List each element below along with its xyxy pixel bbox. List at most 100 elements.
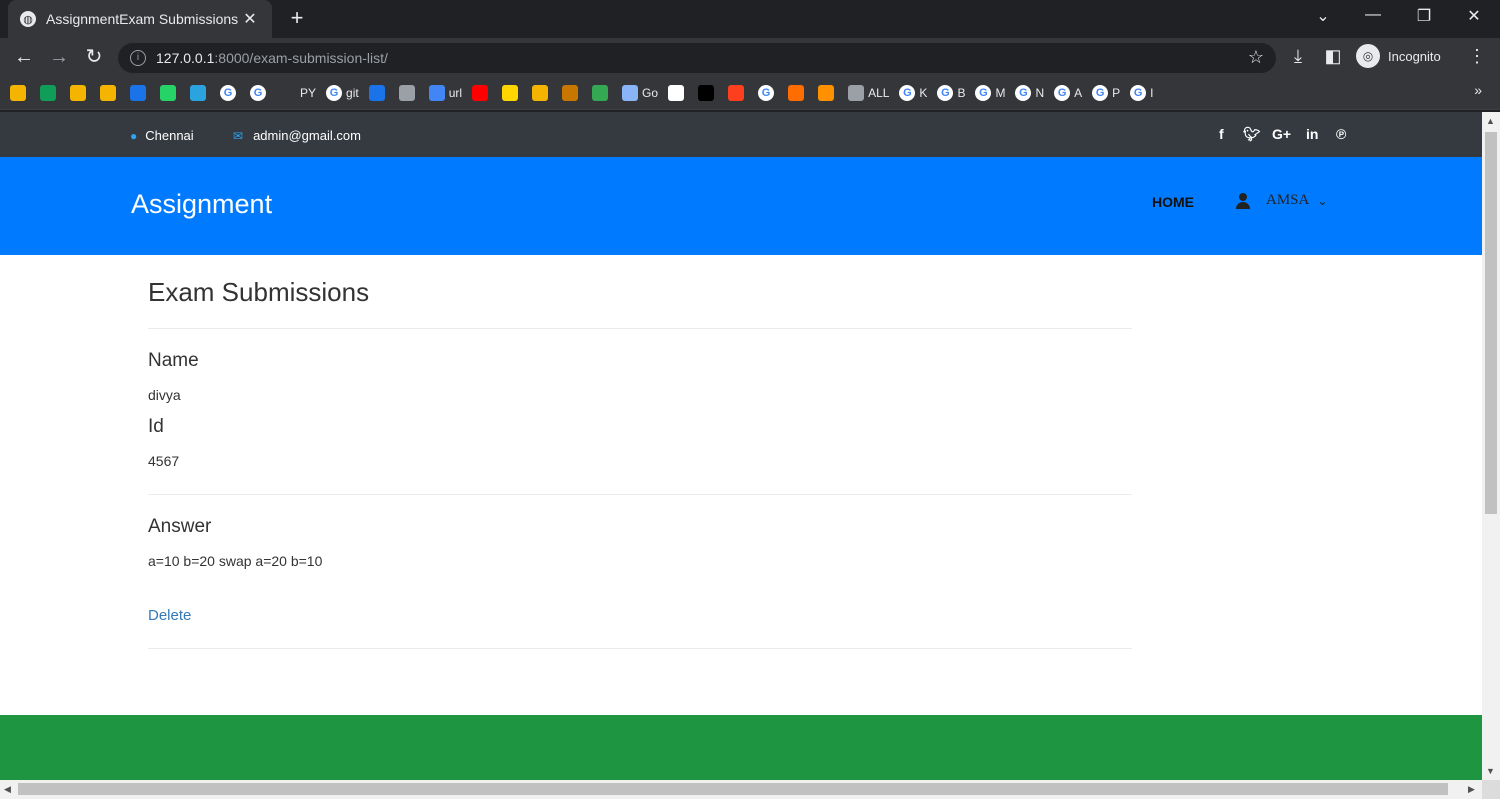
bookmark-item[interactable] <box>788 83 808 103</box>
bookmark-item[interactable]: GN <box>1015 83 1044 103</box>
side-panel-icon[interactable]: ◧ <box>1321 46 1345 67</box>
site-info-icon[interactable]: i <box>130 50 146 66</box>
p-icon <box>502 84 519 101</box>
google-plus-icon[interactable]: G+ <box>1272 126 1291 142</box>
bookmark-item[interactable]: G <box>758 83 778 103</box>
bookmark-item[interactable] <box>10 83 30 103</box>
bookmark-item[interactable] <box>472 83 492 103</box>
scroll-up-arrow-icon[interactable]: ▲ <box>1486 116 1495 126</box>
bookmark-label: A <box>1074 85 1083 100</box>
delete-link[interactable]: Delete <box>148 607 191 624</box>
bookmark-item[interactable]: ALL <box>848 83 889 103</box>
google-icon: G <box>1130 84 1147 101</box>
bookmark-item[interactable]: GM <box>975 83 1005 103</box>
user-dropdown[interactable]: AMSA ⌄ <box>1236 192 1327 209</box>
address-bar[interactable]: i 127.0.0.1:8000/exam-submission-list/ ☆ <box>118 43 1276 73</box>
browser-tab[interactable]: ◍ AssignmentExam Submissions ✕ <box>8 0 272 38</box>
bookmark-item[interactable] <box>398 83 419 103</box>
horizontal-scroll-thumb[interactable] <box>18 783 1448 795</box>
email-text: admin@gmail.com <box>253 128 361 143</box>
camera-icon <box>532 84 549 101</box>
menu-kebab-icon[interactable]: ⋮ <box>1465 46 1489 67</box>
google-icon: G <box>937 84 954 101</box>
bookmark-item[interactable]: Ggit <box>326 83 359 103</box>
close-window-button[interactable]: ✕ <box>1459 6 1489 26</box>
bookmark-item[interactable]: GB <box>937 83 965 103</box>
back-button[interactable]: ← <box>12 46 36 70</box>
bookmark-item[interactable] <box>728 83 748 103</box>
telegram-icon <box>190 84 206 101</box>
bookmark-item[interactable] <box>502 83 522 103</box>
vertical-scrollbar[interactable]: ▲ ▼ <box>1482 112 1500 780</box>
bookmark-item[interactable] <box>160 83 180 103</box>
facebook-icon[interactable]: f <box>1219 126 1224 142</box>
bookmark-star-icon[interactable]: ☆ <box>1248 47 1264 68</box>
bookmark-label: M <box>995 85 1006 100</box>
vertical-scroll-thumb[interactable] <box>1485 132 1497 514</box>
incognito-indicator[interactable]: ◎ Incognito <box>1356 44 1441 68</box>
bookmark-item[interactable]: GP <box>1092 83 1120 103</box>
user-name: AMSA <box>1266 192 1310 208</box>
bookmark-label: P <box>1112 85 1121 100</box>
google-icon: G <box>1054 84 1071 101</box>
whatsapp-icon <box>160 84 176 101</box>
bookmark-item[interactable]: url <box>428 83 463 103</box>
id-label: Id <box>148 416 164 437</box>
reload-button[interactable]: ↻ <box>82 46 106 70</box>
twitter-icon[interactable]: 🐦︎ <box>1243 126 1261 143</box>
forward-button[interactable]: → <box>47 46 71 70</box>
close-tab-icon[interactable]: ✕ <box>240 9 260 29</box>
youtube-icon <box>472 84 489 101</box>
pinterest-icon[interactable]: ℗ <box>1336 126 1346 142</box>
divider <box>148 648 1132 649</box>
download-icon[interactable]: ⤓ <box>1286 46 1310 67</box>
bookmark-item[interactable] <box>532 83 552 103</box>
bookmark-item[interactable] <box>130 83 150 103</box>
restore-button[interactable]: ❐ <box>1409 6 1439 26</box>
page-viewport: ● Chennai ✉ admin@gmail.com f 🐦︎ G+ in ℗… <box>0 112 1482 780</box>
scroll-left-arrow-icon[interactable]: ◀ <box>4 784 11 795</box>
scroll-down-arrow-icon[interactable]: ▼ <box>1486 766 1495 776</box>
bookmark-label: url <box>448 85 463 100</box>
google-icon: G <box>326 84 343 101</box>
scroll-right-arrow-icon[interactable]: ▶ <box>1468 784 1475 795</box>
bookmark-item[interactable]: Go <box>622 83 658 103</box>
brand-logo[interactable]: Assignment <box>131 189 272 220</box>
badge-icon <box>562 84 579 101</box>
globe-icon: ◍ <box>20 11 36 27</box>
bookmark-item[interactable] <box>100 83 120 103</box>
minimize-button[interactable]: — <box>1358 6 1388 24</box>
google-icon: G <box>220 84 236 101</box>
bookmark-item[interactable] <box>668 83 688 103</box>
incognito-label: Incognito <box>1388 48 1441 64</box>
bookmark-item[interactable] <box>70 83 90 103</box>
bookmark-item[interactable]: G <box>220 83 240 103</box>
bookmark-item[interactable] <box>368 83 389 103</box>
bookmark-item[interactable]: G <box>250 83 270 103</box>
more-bookmarks-icon[interactable]: » <box>1474 82 1482 98</box>
tab-search-icon[interactable]: ⌄ <box>1308 6 1338 26</box>
bookmark-item[interactable] <box>818 83 838 103</box>
bookmark-item[interactable]: PY <box>280 83 316 103</box>
bookmark-item[interactable]: GK <box>899 83 927 103</box>
bookmark-label: git <box>346 85 359 100</box>
new-tab-button[interactable]: + <box>285 6 309 30</box>
bookmark-item[interactable]: GI <box>1130 83 1154 103</box>
scrollbar-corner <box>1482 780 1500 799</box>
chevron-down-icon: ⌄ <box>1317 193 1328 208</box>
bookmark-item[interactable] <box>562 83 582 103</box>
google-icon: G <box>899 84 916 101</box>
drive-icon <box>10 84 26 101</box>
divider <box>148 494 1132 495</box>
bookmark-item[interactable]: GA <box>1054 83 1082 103</box>
bookmark-item[interactable] <box>592 83 612 103</box>
url-path: :8000/exam-submission-list/ <box>214 50 388 66</box>
bookmark-item[interactable] <box>698 83 718 103</box>
map-pin-icon: ● <box>130 128 138 143</box>
bookmark-item[interactable] <box>190 83 210 103</box>
horizontal-scrollbar[interactable]: ◀ ▶ <box>0 780 1482 799</box>
bookmark-label: N <box>1035 85 1045 100</box>
nav-home-link[interactable]: HOME <box>1152 194 1194 210</box>
linkedin-icon[interactable]: in <box>1306 126 1318 142</box>
bookmark-item[interactable] <box>40 83 60 103</box>
